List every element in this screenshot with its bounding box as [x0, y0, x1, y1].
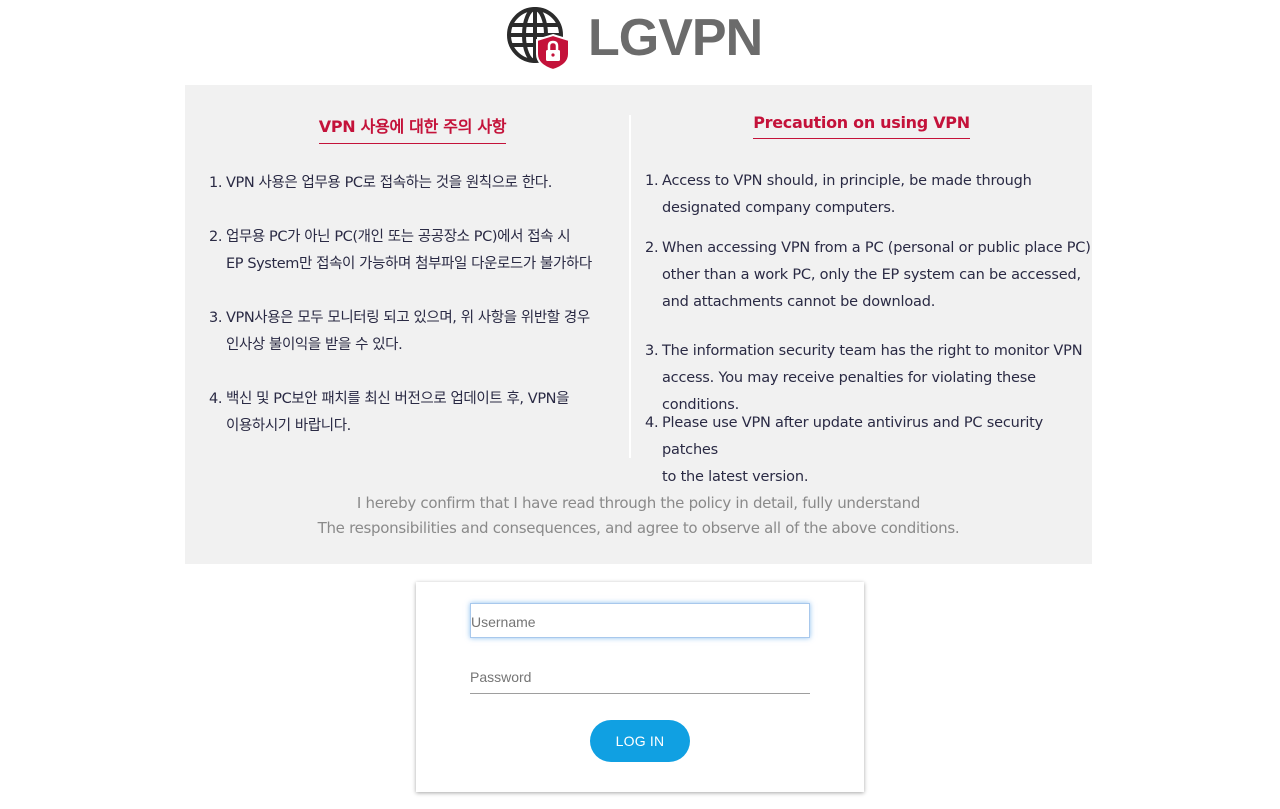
english-item-3: 3. The information security team has the…	[645, 343, 1083, 413]
login-button[interactable]: LOG IN	[590, 720, 690, 762]
logo-wordmark: LGVPN	[588, 9, 763, 67]
english-notice-heading: Precaution on using VPN	[631, 113, 1092, 139]
lgvpn-logo: LGVPN	[506, 5, 766, 71]
korean-item-3: 3. VPN사용은 모두 모니터링 되고 있으며, 위 사항을 위반할 경우 인…	[209, 310, 590, 353]
korean-item-1: 1. VPN 사용은 업무용 PC로 접속하는 것을 원칙으로 한다.	[209, 175, 552, 191]
korean-item-4: 4. 백신 및 PC보안 패치를 최신 버전으로 업데이트 후, VPN을 이용…	[209, 391, 570, 434]
confirmation-statement: I hereby confirm that I have read throug…	[317, 494, 960, 537]
english-item-2: 2. When accessing VPN from a PC (persona…	[645, 240, 1091, 310]
login-form: LOG IN	[416, 582, 864, 792]
english-item-4: 4. Please use VPN after update antivirus…	[645, 415, 1044, 485]
globe-lock-icon	[507, 7, 570, 71]
username-input[interactable]	[470, 603, 810, 638]
vpn-notice-panel: VPN 사용에 대한 주의 사항 1. VPN 사용은 업무용 PC로 접속하는…	[185, 85, 1092, 564]
korean-item-2: 2. 업무용 PC가 아닌 PC(개인 또는 공공장소 PC)에서 접속 시 E…	[209, 229, 592, 272]
korean-notice-heading: VPN 사용에 대한 주의 사항	[185, 113, 630, 144]
column-divider	[629, 115, 631, 458]
password-input[interactable]	[470, 659, 810, 694]
english-item-1: 1. Access to VPN should, in principle, b…	[645, 173, 1032, 216]
